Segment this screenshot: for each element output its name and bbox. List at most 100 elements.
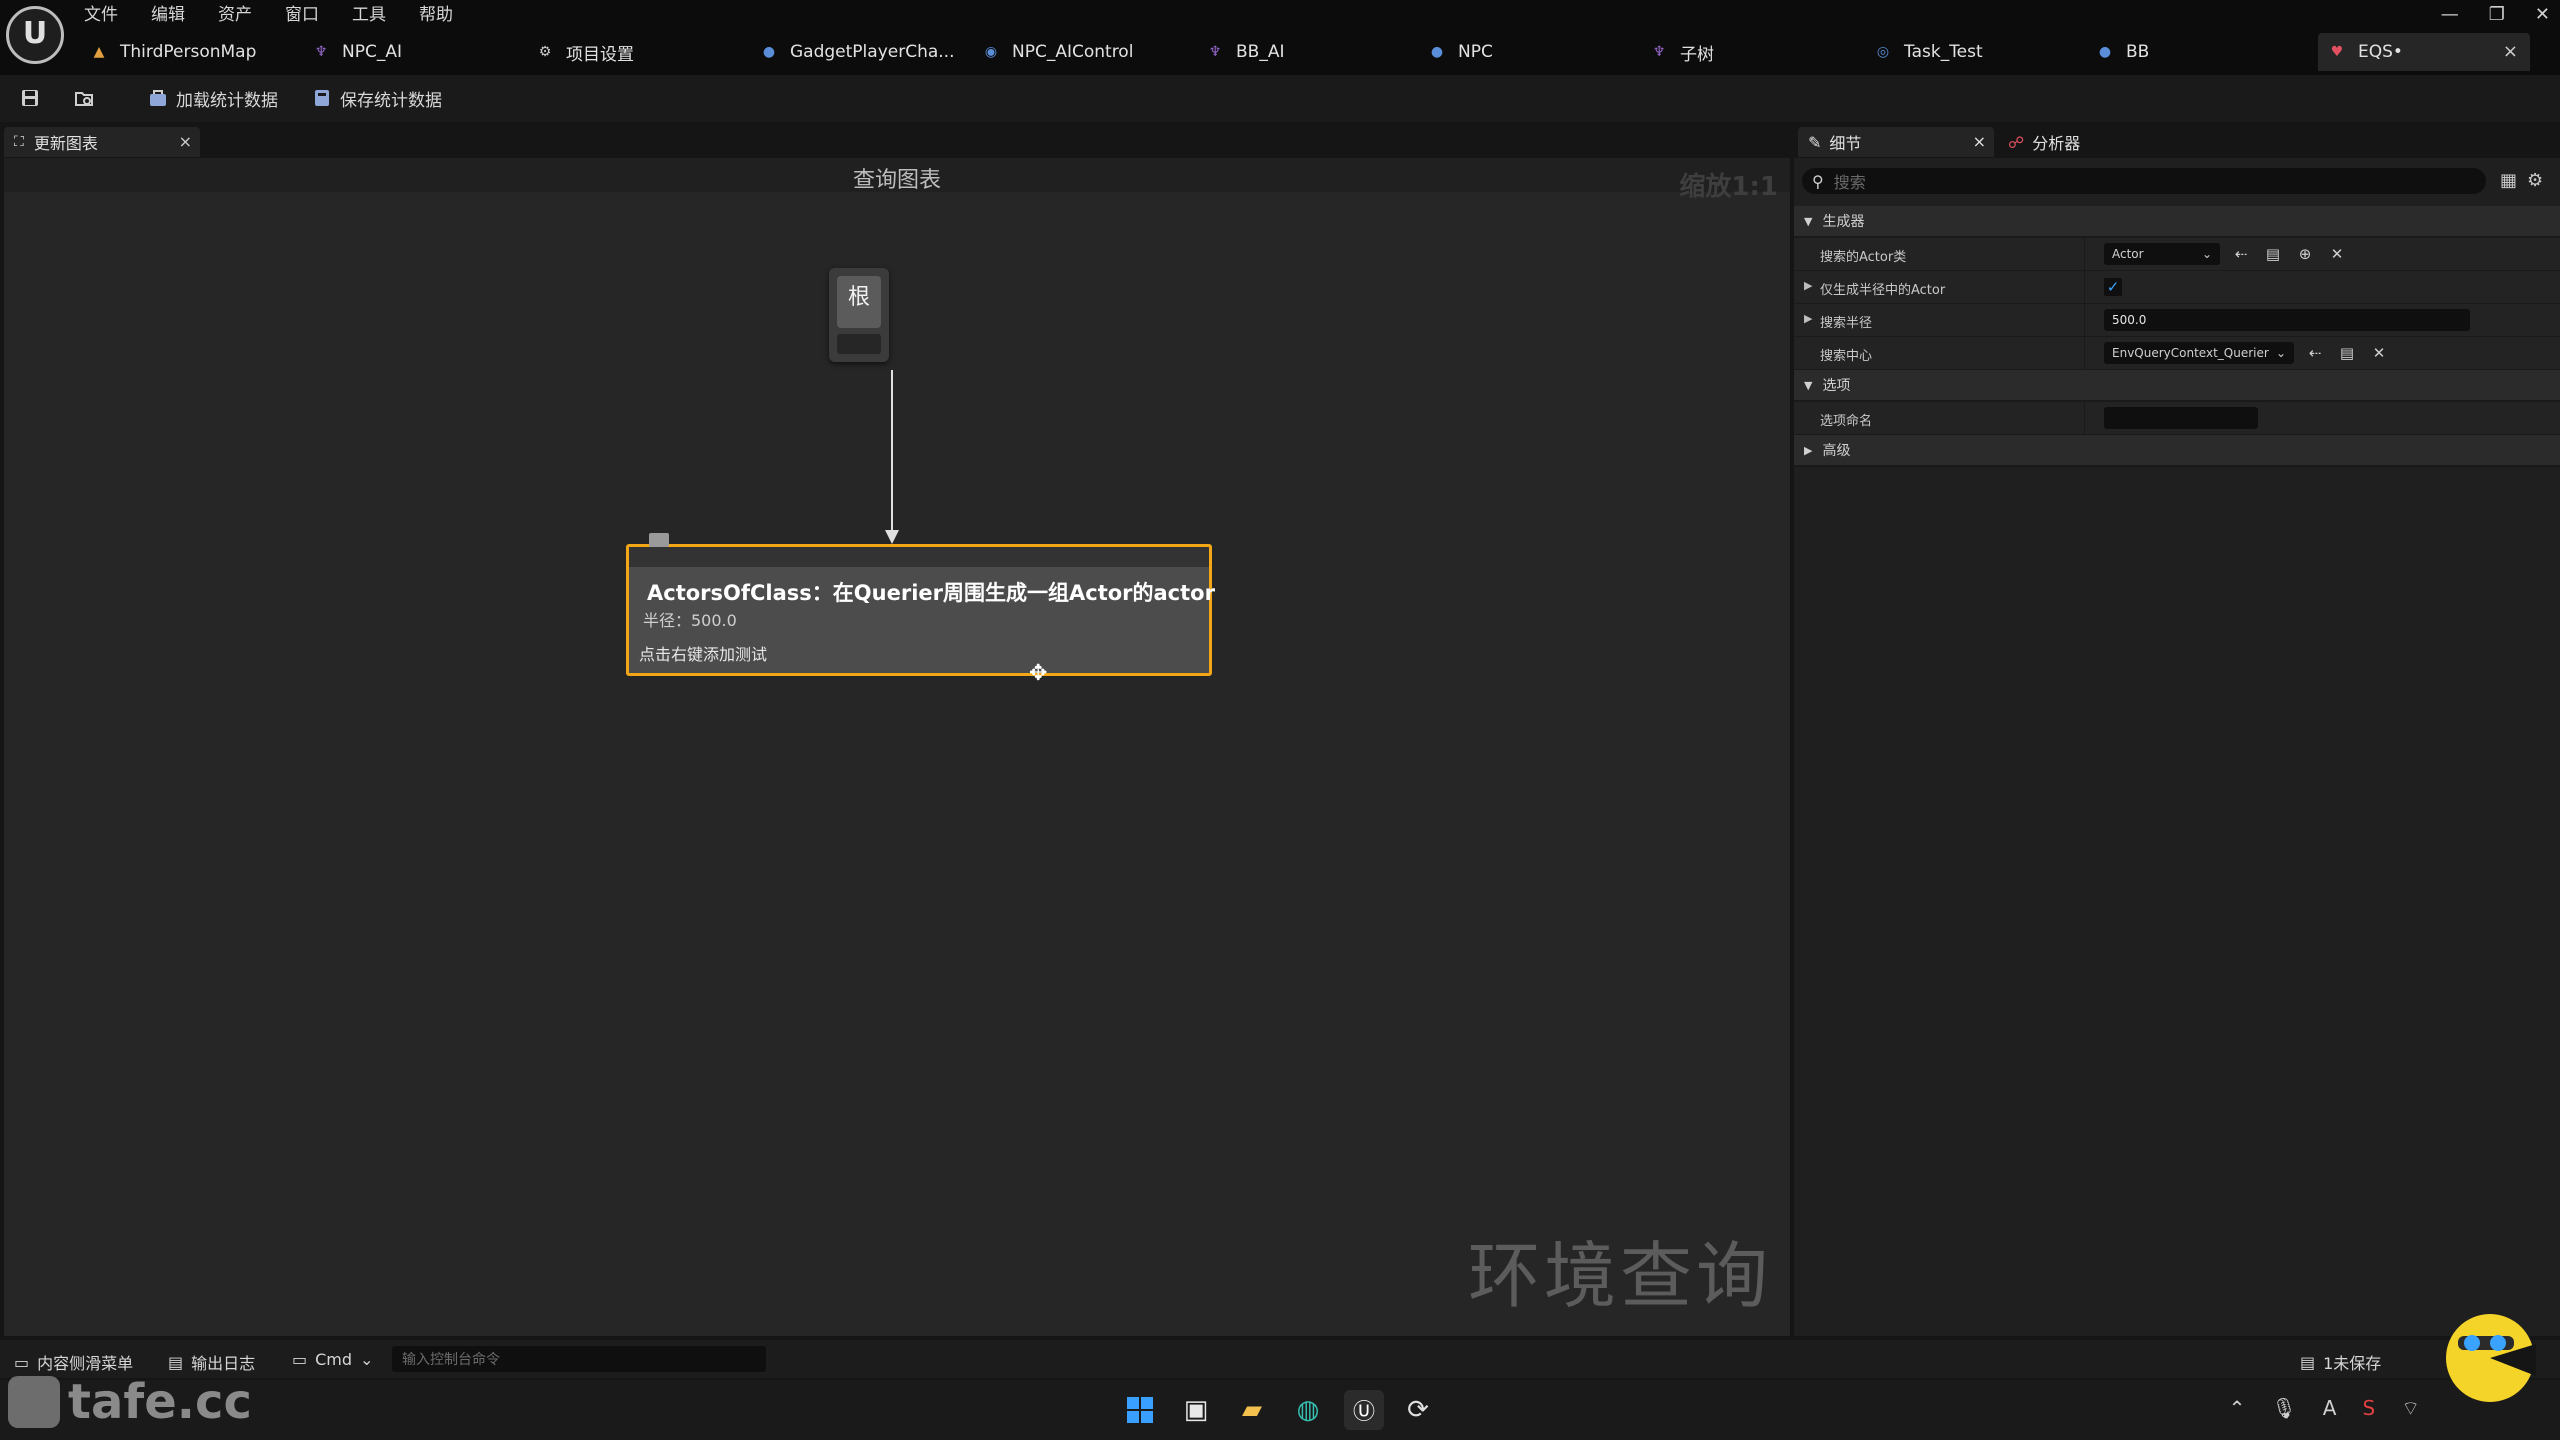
tab-label: 子树 <box>1680 44 1714 65</box>
restore-icon[interactable]: ❐ <box>2489 4 2505 25</box>
tab-thirdpersonmap[interactable]: ▲ ThirdPersonMap <box>90 33 257 71</box>
title-bar: U 文件 编辑 资产 窗口 工具 帮助 ▲ ThirdPersonMap ♆ N… <box>0 0 2560 75</box>
unsaved-icon: ▤ <box>2300 1352 2316 1372</box>
option-name-field[interactable] <box>2104 407 2258 429</box>
prop-value <box>2104 406 2258 430</box>
close-window-icon[interactable]: ✕ <box>2535 4 2550 25</box>
save-stats-button[interactable]: 保存统计数据 <box>312 85 442 111</box>
tab-label: BB_AI <box>1236 42 1285 62</box>
combo-value: Actor <box>2112 247 2144 261</box>
unsaved-indicator[interactable]: ▤ 1未保存 <box>2300 1350 2381 1374</box>
system-tray: ⌃ 🎙 A S ⌔ <box>2229 1396 2420 1421</box>
site-logo-icon <box>8 1376 60 1428</box>
unreal-logo-icon[interactable]: U <box>6 6 64 64</box>
tab-subtree[interactable]: ♆ 子树 <box>1650 33 1714 71</box>
use-selected-icon[interactable]: ⇠ <box>2230 243 2252 265</box>
category-label: 生成器 <box>1822 214 1865 230</box>
browse-icon[interactable]: ▤ <box>2262 243 2284 265</box>
add-icon[interactable]: ⊕ <box>2294 243 2316 265</box>
microphone-icon[interactable]: 🎙 <box>2271 1396 2296 1421</box>
tab-bb[interactable]: ● BB <box>2096 33 2149 71</box>
only-in-radius-checkbox[interactable]: ✓ <box>2104 278 2122 296</box>
tab-npc-ai[interactable]: ♆ NPC_AI <box>312 33 402 71</box>
query-graph-canvas[interactable]: 查询图表 缩放1:1 根 ActorsOfClass：在Querier周围生成一… <box>4 158 1790 1336</box>
tab-project-settings[interactable]: ⚙ 项目设置 <box>536 33 634 71</box>
use-selected-icon[interactable]: ⇠ <box>2304 342 2326 364</box>
wifi-icon[interactable]: ⌔ <box>2401 1396 2420 1421</box>
column-divider[interactable] <box>2084 337 2085 369</box>
generator-input-pin[interactable] <box>629 547 1209 567</box>
store-icon[interactable]: ▣ <box>1176 1390 1216 1430</box>
menu-file[interactable]: 文件 <box>84 2 118 28</box>
menu-edit[interactable]: 编辑 <box>151 2 185 28</box>
content-drawer-button[interactable]: ▭ 内容侧滑菜单 <box>14 1350 133 1374</box>
chevron-right-icon: ▶ <box>1804 443 1813 457</box>
menu-help[interactable]: 帮助 <box>419 2 453 28</box>
browse-icon[interactable]: ▤ <box>2336 342 2358 364</box>
status-bar: ▭ 内容侧滑菜单 ▤ 输出日志 ▭ Cmd ⌄ 输入控制台命令 ▤ 1未保存 <box>0 1340 2560 1378</box>
generator-radius: 半径：500.0 <box>643 611 737 630</box>
search-icon: ⚲ <box>1812 171 1824 191</box>
generator-node-actors-of-class[interactable]: ActorsOfClass：在Querier周围生成一组Actor的actor … <box>626 533 1215 676</box>
tab-npc[interactable]: ● NPC <box>1428 33 1493 71</box>
load-stats-button[interactable]: 加载统计数据 <box>148 85 278 111</box>
unreal-taskbar-icon[interactable]: Ⓤ <box>1344 1390 1384 1430</box>
app-taskbar-icon[interactable]: ⟳ <box>1398 1390 1438 1430</box>
column-divider[interactable] <box>2084 238 2085 270</box>
antivirus-icon[interactable]: S <box>2362 1396 2375 1421</box>
tab-bb-ai[interactable]: ♆ BB_AI <box>1206 33 1285 71</box>
search-radius-field[interactable]: 500.0 <box>2104 309 2470 331</box>
menu-asset[interactable]: 资产 <box>218 2 252 28</box>
file-explorer-icon[interactable]: ▰ <box>1232 1390 1272 1430</box>
category-options[interactable]: ▼ 选项 <box>1794 370 2560 402</box>
output-log-button[interactable]: ▤ 输出日志 <box>168 1350 255 1374</box>
close-tab-icon[interactable]: × <box>2503 41 2518 62</box>
profiler-tab-label: 分析器 <box>2032 134 2081 153</box>
close-icon[interactable]: × <box>1973 132 1986 151</box>
windows-start-icon[interactable] <box>1120 1390 1160 1430</box>
save-button[interactable] <box>20 85 48 111</box>
root-node[interactable]: 根 <box>829 268 889 362</box>
tab-update-graph[interactable]: ⛶ 更新图表 × <box>4 127 200 157</box>
toolbar: 加载统计数据 保存统计数据 <box>0 75 2560 122</box>
ime-icon[interactable]: A <box>2323 1396 2337 1421</box>
table-view-icon[interactable]: ▦ <box>2500 170 2517 191</box>
category-generator[interactable]: ▼ 生成器 <box>1794 206 2560 238</box>
tab-eqs[interactable]: ♥ EQS• × <box>2318 33 2530 71</box>
tab-details[interactable]: ✎ 细节 × <box>1798 127 1994 157</box>
menu-tools[interactable]: 工具 <box>352 2 386 28</box>
console-input[interactable]: 输入控制台命令 <box>392 1346 766 1372</box>
details-search-input[interactable]: ⚲ 搜索 <box>1802 168 2486 194</box>
clear-icon[interactable]: ✕ <box>2326 243 2348 265</box>
tab-task-test[interactable]: ◎ Task_Test <box>1874 33 1983 71</box>
actor-class-combo[interactable]: Actor ⌄ <box>2104 243 2220 265</box>
chevron-right-icon[interactable]: ▶ <box>1804 279 1812 292</box>
chevron-right-icon[interactable]: ▶ <box>1804 312 1812 325</box>
settings-gear-icon[interactable]: ⚙ <box>2527 170 2543 191</box>
tab-label: GadgetPlayerCha... <box>790 42 955 62</box>
close-icon[interactable]: × <box>179 132 192 151</box>
category-label: 选项 <box>1822 378 1851 394</box>
category-advanced[interactable]: ▶ 高级 <box>1794 435 2560 467</box>
menu-window[interactable]: 窗口 <box>285 2 319 28</box>
clear-icon[interactable]: ✕ <box>2368 342 2390 364</box>
tab-profiler[interactable]: ☍ 分析器 <box>1998 127 2080 157</box>
cmd-dropdown[interactable]: ▭ Cmd ⌄ <box>292 1350 373 1369</box>
root-output-pin[interactable] <box>837 334 881 354</box>
eqs-icon: ♥ <box>2330 44 2344 60</box>
comment-bubble-icon[interactable] <box>649 533 669 547</box>
tab-gadget-player-character[interactable]: ● GadgetPlayerCha... <box>760 33 955 71</box>
browse-button[interactable] <box>74 85 102 111</box>
column-divider[interactable] <box>2084 271 2085 303</box>
column-divider[interactable] <box>2084 304 2085 336</box>
load-stats-icon <box>150 90 166 106</box>
column-divider[interactable] <box>2084 402 2085 434</box>
move-cursor-icon: ✥ <box>1029 661 1048 686</box>
minimize-icon[interactable]: — <box>2441 4 2459 25</box>
category-label: 高级 <box>1822 443 1851 459</box>
chevron-up-icon[interactable]: ⌃ <box>2229 1396 2246 1421</box>
tab-npc-aicontrol[interactable]: ◉ NPC_AIControl <box>982 33 1134 71</box>
search-center-combo[interactable]: EnvQueryContext_Querier ⌄ <box>2104 342 2294 364</box>
prop-value: Actor ⌄ ⇠ ▤ ⊕ ✕ <box>2104 242 2348 266</box>
edge-browser-icon[interactable]: ◍ <box>1288 1390 1328 1430</box>
